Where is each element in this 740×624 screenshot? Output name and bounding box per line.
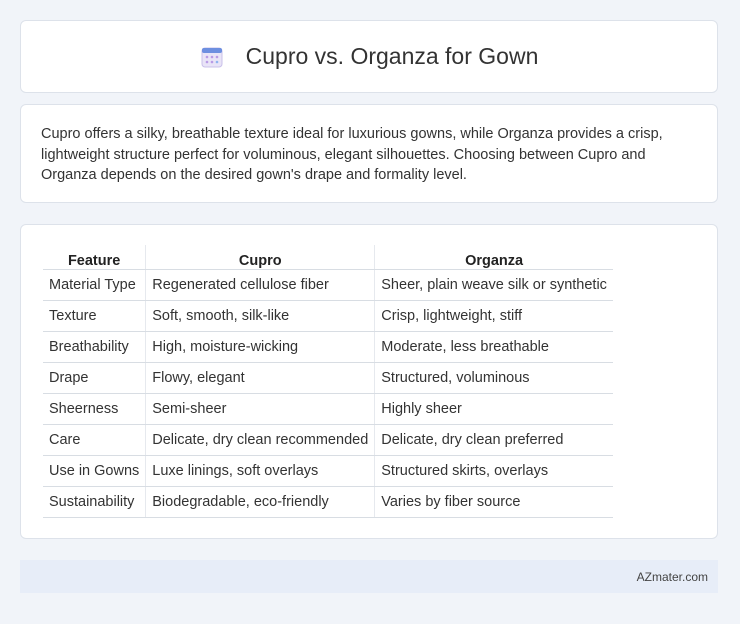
table-card: Feature Cupro Organza Material Type Rege…: [20, 224, 718, 539]
title-card: Cupro vs. Organza for Gown: [20, 20, 718, 93]
table-header-row: Feature Cupro Organza: [43, 245, 613, 270]
organza-cell: Varies by fiber source: [374, 486, 613, 518]
feature-cell: Breathability: [43, 331, 146, 363]
feature-cell: Drape: [43, 362, 146, 394]
feature-cell: Care: [43, 424, 146, 456]
cupro-cell: Luxe linings, soft overlays: [145, 455, 375, 487]
table-row: Drape Flowy, elegant Structured, volumin…: [43, 362, 613, 394]
cupro-cell: Regenerated cellulose fiber: [145, 269, 375, 301]
description-text: Cupro offers a silky, breathable texture…: [41, 126, 663, 183]
header-cupro: Cupro: [145, 245, 375, 270]
organza-cell: Structured skirts, overlays: [374, 455, 613, 487]
footer-bar: AZmater.com: [20, 560, 718, 593]
cupro-cell: Biodegradable, eco-friendly: [145, 486, 375, 518]
organza-cell: Crisp, lightweight, stiff: [374, 300, 613, 332]
calendar-icon: [201, 47, 223, 67]
organza-cell: Delicate, dry clean preferred: [374, 424, 613, 456]
cupro-cell: Flowy, elegant: [145, 362, 375, 394]
feature-cell: Material Type: [43, 269, 146, 301]
header-organza: Organza: [374, 245, 613, 270]
table-row: Care Delicate, dry clean recommended Del…: [43, 424, 613, 456]
comparison-table: Feature Cupro Organza Material Type Rege…: [43, 245, 613, 518]
cupro-cell: High, moisture-wicking: [145, 331, 375, 363]
organza-cell: Highly sheer: [374, 393, 613, 425]
feature-cell: Sheerness: [43, 393, 146, 425]
cupro-cell: Delicate, dry clean recommended: [145, 424, 375, 456]
table-row: Sheerness Semi-sheer Highly sheer: [43, 393, 613, 425]
table-row: Material Type Regenerated cellulose fibe…: [43, 269, 613, 301]
organza-cell: Moderate, less breathable: [374, 331, 613, 363]
page-title: Cupro vs. Organza for Gown: [245, 43, 539, 69]
table-row: Breathability High, moisture-wicking Mod…: [43, 331, 613, 363]
cupro-cell: Soft, smooth, silk-like: [145, 300, 375, 332]
feature-cell: Texture: [43, 300, 146, 332]
footer-brand: AZmater.com: [636, 569, 708, 584]
description-card: Cupro offers a silky, breathable texture…: [20, 104, 718, 203]
feature-cell: Use in Gowns: [43, 455, 146, 487]
title-wrap: Cupro vs. Organza for Gown: [200, 43, 539, 70]
header-feature: Feature: [43, 245, 146, 270]
table-row: Sustainability Biodegradable, eco-friend…: [43, 486, 613, 518]
organza-cell: Sheer, plain weave silk or synthetic: [374, 269, 613, 301]
organza-cell: Structured, voluminous: [374, 362, 613, 394]
cupro-cell: Semi-sheer: [145, 393, 375, 425]
table-row: Use in Gowns Luxe linings, soft overlays…: [43, 455, 613, 487]
feature-cell: Sustainability: [43, 486, 146, 518]
table-row: Texture Soft, smooth, silk-like Crisp, l…: [43, 300, 613, 332]
